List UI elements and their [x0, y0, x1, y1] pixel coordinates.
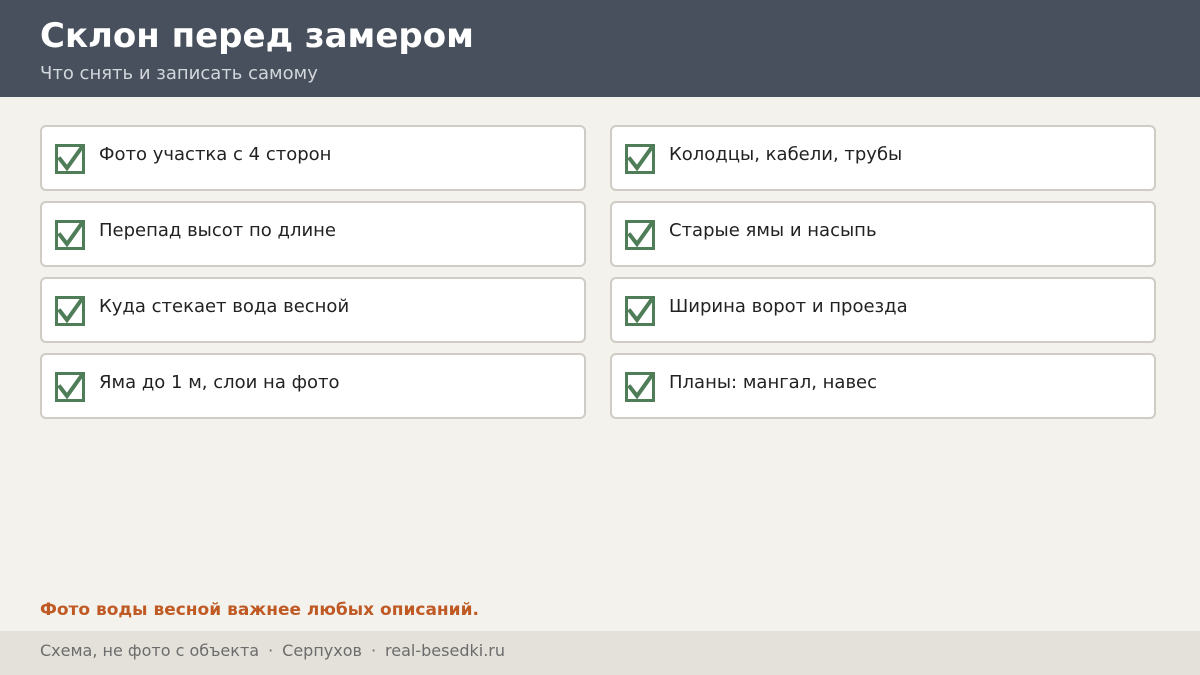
highlight-note: Фото воды весной важнее любых описаний. [40, 600, 479, 620]
footer-disclaimer: Схема, не фото с объекта [40, 641, 260, 660]
checklist-item-label: Планы: мангал, навес [669, 372, 878, 393]
footer-separator: · [268, 641, 274, 660]
footer-site-link[interactable]: real-besedki.ru [385, 641, 505, 660]
checkbox-checked-icon[interactable] [625, 220, 655, 250]
checklist-item-test-pit[interactable]: Яма до 1 м, слои на фото [40, 353, 586, 419]
checklist-item-label: Яма до 1 м, слои на фото [99, 372, 340, 393]
checklist-item-label: Фото участка с 4 сторон [99, 144, 332, 165]
checkbox-checked-icon[interactable] [625, 372, 655, 402]
checkbox-checked-icon[interactable] [625, 296, 655, 326]
footer-text: Схема, не фото с объекта · Серпухов · real-b… [40, 640, 505, 662]
checkbox-checked-icon[interactable] [55, 372, 85, 402]
header-bar: Склон перед замером Что снять и записать… [0, 0, 1200, 97]
checklist-item-water-flow[interactable]: Куда стекает вода весной [40, 277, 586, 343]
checklist-item-old-pits[interactable]: Старые ямы и насыпь [610, 201, 1156, 267]
checkbox-checked-icon[interactable] [55, 296, 85, 326]
checkbox-checked-icon[interactable] [55, 144, 85, 174]
checklist-item-gate-width[interactable]: Ширина ворот и проезда [610, 277, 1156, 343]
page-title: Склон перед замером [40, 16, 474, 56]
footer-separator: · [370, 641, 377, 660]
checklist-item-label: Куда стекает вода весной [99, 296, 350, 317]
checklist-item-label: Колодцы, кабели, трубы [669, 144, 903, 165]
checklist-item-label: Перепад высот по длине [99, 220, 337, 241]
checklist-item-photo-sides[interactable]: Фото участка с 4 сторон [40, 125, 586, 191]
page-subtitle: Что снять и записать самому [40, 63, 318, 84]
checklist-item-plans[interactable]: Планы: мангал, навес [610, 353, 1156, 419]
checkbox-checked-icon[interactable] [55, 220, 85, 250]
checklist-item-wells-cables[interactable]: Колодцы, кабели, трубы [610, 125, 1156, 191]
checklist-item-height-drop[interactable]: Перепад высот по длине [40, 201, 586, 267]
footer-bar: Схема, не фото с объекта · Серпухов · real-b… [0, 631, 1200, 675]
checklist-item-label: Старые ямы и насыпь [669, 220, 877, 241]
footer-city: Серпухов [282, 641, 362, 660]
checklist: Фото участка с 4 сторон Колодцы, кабели,… [40, 125, 1156, 419]
checkbox-checked-icon[interactable] [625, 144, 655, 174]
checklist-item-label: Ширина ворот и проезда [669, 296, 908, 317]
